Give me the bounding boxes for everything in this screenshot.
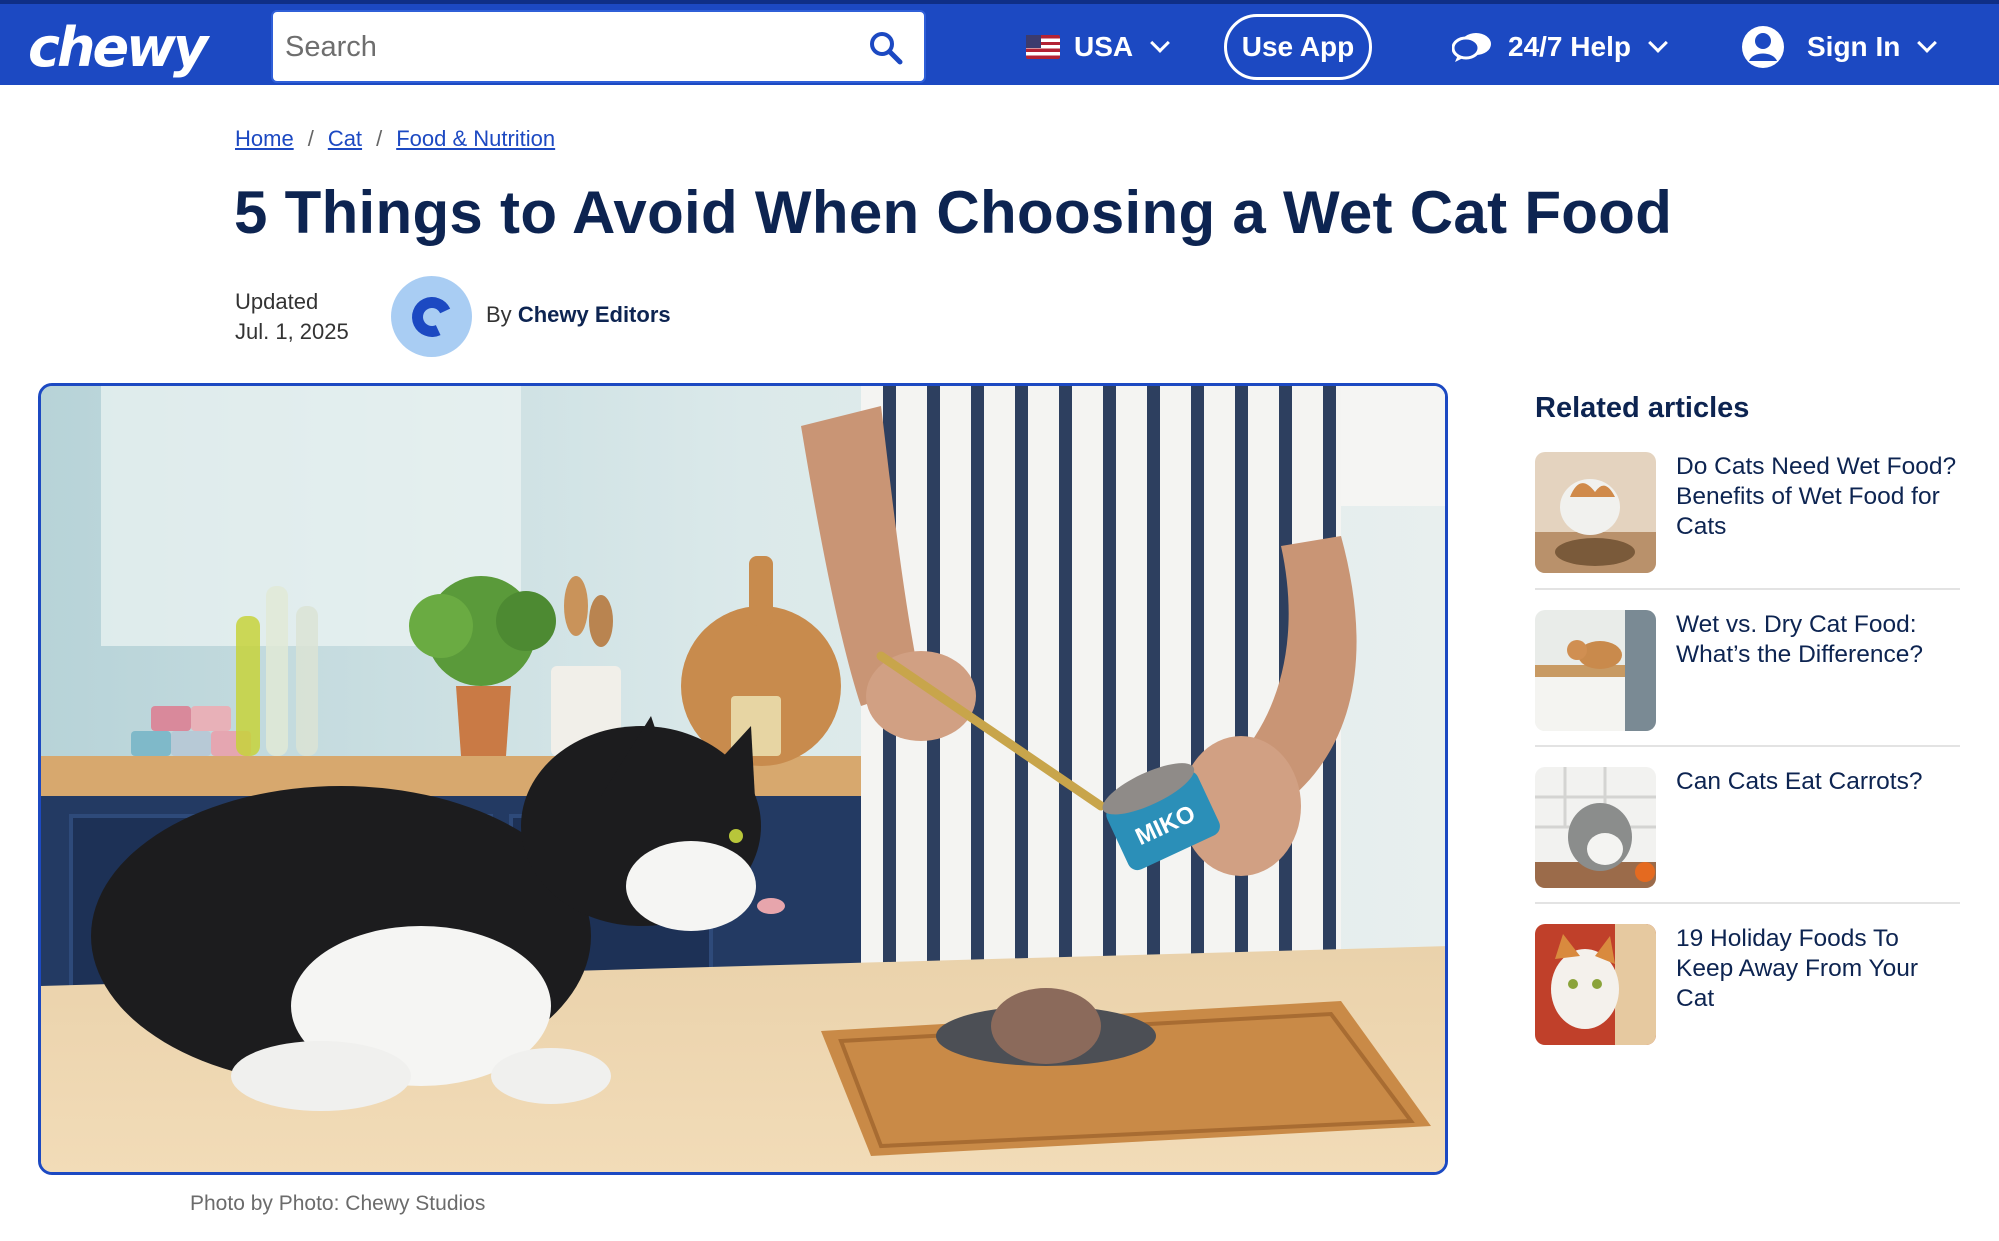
- chevron-down-icon: [1150, 32, 1171, 53]
- updated-date: Updated Jul. 1, 2025: [235, 287, 349, 347]
- breadcrumb-cat[interactable]: Cat: [328, 126, 362, 152]
- related-article-thumbnail[interactable]: [1535, 767, 1656, 888]
- updated-value: Jul. 1, 2025: [235, 319, 349, 344]
- related-article-title[interactable]: Do Cats Need Wet Food? Benefits of Wet F…: [1676, 452, 1961, 542]
- related-articles-heading: Related articles: [1535, 392, 1749, 425]
- chewy-c-icon: [405, 290, 458, 343]
- hero-caption: Photo by Photo: Chewy Studios: [190, 1192, 486, 1215]
- related-article-thumbnail[interactable]: [1535, 452, 1656, 573]
- help-menu[interactable]: 24/7 Help: [1452, 4, 1668, 89]
- breadcrumb-home[interactable]: Home: [235, 126, 294, 152]
- cat-feeding-illustration: MIKO: [41, 386, 1445, 1172]
- use-app-button[interactable]: Use App: [1224, 14, 1372, 80]
- search-icon[interactable]: [868, 30, 904, 66]
- updated-label: Updated: [235, 289, 319, 314]
- breadcrumb: Home / Cat / Food & Nutrition: [235, 126, 555, 152]
- related-article-title[interactable]: Can Cats Eat Carrots?: [1676, 767, 1961, 797]
- search-box[interactable]: [271, 10, 926, 83]
- related-heading-bold: Related: [1535, 392, 1640, 424]
- hero-image: MIKO: [38, 383, 1448, 1175]
- chevron-down-icon: [1648, 32, 1668, 53]
- chat-bubbles-icon: [1452, 32, 1491, 62]
- country-label: USA: [1074, 30, 1134, 62]
- related-heading-rest: articles: [1639, 392, 1750, 424]
- divider: [1535, 745, 1960, 747]
- by-label: By: [486, 302, 512, 327]
- author-byline: By Chewy Editors: [486, 302, 671, 328]
- chewy-logo[interactable]: chewy: [28, 16, 208, 79]
- sign-in-menu[interactable]: Sign In: [1741, 4, 1938, 89]
- author-avatar: [391, 276, 472, 357]
- divider: [1535, 902, 1960, 904]
- author-name[interactable]: Chewy Editors: [518, 302, 671, 327]
- related-article-title[interactable]: Wet vs. Dry Cat Food: What’s the Differe…: [1676, 610, 1961, 670]
- breadcrumb-separator: /: [307, 126, 314, 151]
- related-article-item[interactable]: Do Cats Need Wet Food? Benefits of Wet F…: [1535, 452, 1960, 574]
- related-article-item[interactable]: Can Cats Eat Carrots?: [1535, 767, 1960, 889]
- help-label: 24/7 Help: [1508, 30, 1631, 62]
- us-flag-icon: [1026, 34, 1060, 59]
- divider: [1535, 588, 1960, 590]
- country-selector[interactable]: USA: [1026, 4, 1171, 89]
- breadcrumb-separator: /: [376, 126, 383, 151]
- related-article-item[interactable]: 19 Holiday Foods To Keep Away From Your …: [1535, 924, 1960, 1046]
- user-avatar-icon: [1742, 25, 1784, 68]
- related-article-thumbnail[interactable]: [1535, 924, 1656, 1045]
- sign-in-label: Sign In: [1807, 30, 1901, 62]
- chevron-down-icon: [1917, 32, 1938, 53]
- search-input[interactable]: [285, 26, 845, 68]
- top-nav-bar: chewy USA Use App 24/7 Help Sign In: [0, 0, 1999, 85]
- page-title: 5 Things to Avoid When Choosing a Wet Ca…: [234, 179, 1673, 246]
- related-article-item[interactable]: Wet vs. Dry Cat Food: What’s the Differe…: [1535, 610, 1960, 732]
- related-article-title[interactable]: 19 Holiday Foods To Keep Away From Your …: [1676, 924, 1961, 1014]
- breadcrumb-food-nutrition[interactable]: Food & Nutrition: [396, 126, 555, 152]
- related-article-thumbnail[interactable]: [1535, 610, 1656, 731]
